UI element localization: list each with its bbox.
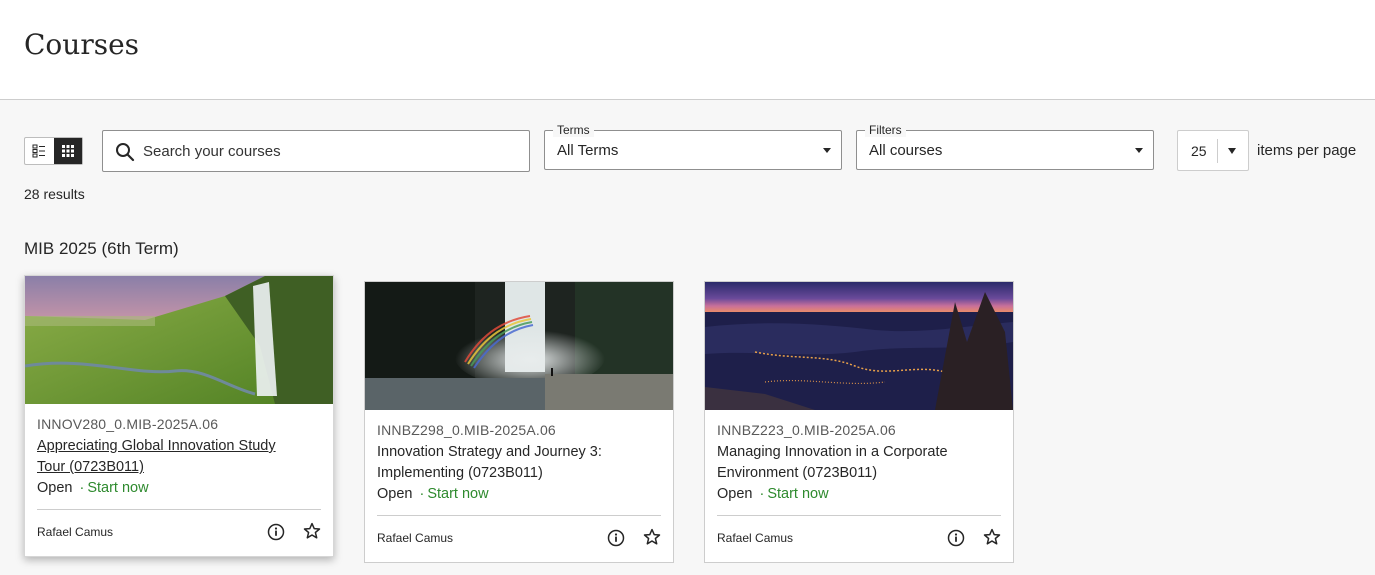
course-title-link[interactable]: Managing Innovation in a Corporate Envir… — [717, 442, 1001, 484]
terms-label: Terms — [553, 123, 594, 137]
course-card[interactable]: INNBZ223_0.MIB-2025A.06 Managing Innovat… — [704, 281, 1014, 563]
course-title-line2: Implementing (0723B011) — [377, 465, 543, 481]
course-id: INNOV280_0.MIB-2025A.06 — [37, 416, 219, 432]
course-title-line1: Managing Innovation in a Corporate — [717, 444, 948, 460]
term-heading: MIB 2025 (6th Term) — [24, 239, 179, 258]
course-title-line1: Appreciating Global Innovation Study — [37, 438, 276, 454]
start-now-link[interactable]: Start now — [427, 486, 488, 502]
filters-label: Filters — [865, 123, 906, 137]
star-icon[interactable] — [643, 528, 661, 546]
course-title-line1: Innovation Strategy and Journey 3: — [377, 444, 602, 460]
course-id: INNBZ298_0.MIB-2025A.06 — [377, 422, 556, 438]
card-footer: Rafael Camus — [37, 510, 321, 556]
items-per-page-label: items per page — [1257, 142, 1357, 159]
info-icon[interactable] — [947, 529, 965, 547]
search-box — [102, 130, 530, 172]
items-per-page-value: 25 — [1191, 143, 1207, 159]
course-status: Open · Start now — [717, 484, 1001, 504]
terms-value: All Terms — [557, 142, 619, 159]
separator-dot: · — [419, 486, 425, 502]
caret-down-icon — [823, 148, 831, 153]
start-now-link[interactable]: Start now — [767, 486, 828, 502]
course-title-link[interactable]: Innovation Strategy and Journey 3: Imple… — [377, 442, 661, 484]
page-title: Courses — [24, 28, 140, 61]
separator-dot: · — [759, 486, 765, 502]
terms-select[interactable]: Terms All Terms — [544, 123, 842, 170]
card-footer: Rafael Camus — [377, 516, 661, 562]
instructor-name: Rafael Camus — [377, 531, 454, 545]
course-status: Open · Start now — [377, 484, 661, 504]
status-open: Open — [717, 486, 753, 502]
card-footer: Rafael Camus — [717, 516, 1001, 562]
view-toggle — [24, 137, 83, 165]
course-title-line2: Environment (0723B011) — [717, 465, 878, 481]
status-open: Open — [37, 480, 73, 496]
instructor-name: Rafael Camus — [37, 525, 114, 539]
info-icon[interactable] — [607, 529, 625, 547]
course-image-night-lake[interactable] — [705, 282, 1013, 410]
filters-value: All courses — [869, 142, 943, 159]
course-title-line2: Tour (0723B011) — [37, 459, 144, 475]
filters-select[interactable]: Filters All courses — [856, 123, 1154, 170]
star-icon[interactable] — [303, 522, 321, 540]
list-view-button[interactable] — [25, 138, 54, 164]
course-title-link[interactable]: Appreciating Global Innovation Study Tou… — [37, 436, 321, 478]
card-body: INNOV280_0.MIB-2025A.06 Appreciating Glo… — [25, 404, 333, 556]
course-image-waterfall-rainbow[interactable] — [365, 282, 673, 410]
list-view-icon — [32, 144, 46, 158]
results-count: 28 results — [24, 186, 85, 202]
search-input[interactable] — [143, 131, 523, 171]
caret-down-icon — [1135, 148, 1143, 153]
card-body: INNBZ298_0.MIB-2025A.06 Innovation Strat… — [365, 410, 673, 562]
course-card[interactable]: INNBZ298_0.MIB-2025A.06 Innovation Strat… — [364, 281, 674, 563]
course-id: INNBZ223_0.MIB-2025A.06 — [717, 422, 896, 438]
status-open: Open — [377, 486, 413, 502]
info-icon[interactable] — [267, 523, 285, 541]
items-per-page-select[interactable]: 25 — [1177, 130, 1249, 171]
separator-dot: · — [79, 480, 85, 496]
course-card[interactable]: INNOV280_0.MIB-2025A.06 Appreciating Glo… — [24, 275, 334, 557]
search-icon — [116, 143, 135, 162]
grid-view-icon — [61, 145, 74, 157]
star-icon[interactable] — [983, 528, 1001, 546]
page-header: Courses — [0, 0, 1375, 100]
caret-down-icon — [1228, 148, 1236, 154]
divider — [1217, 139, 1218, 163]
instructor-name: Rafael Camus — [717, 531, 794, 545]
course-image-waterfall-valley[interactable] — [25, 276, 333, 404]
card-body: INNBZ223_0.MIB-2025A.06 Managing Innovat… — [705, 410, 1013, 562]
start-now-link[interactable]: Start now — [87, 480, 148, 496]
course-status: Open · Start now — [37, 478, 321, 498]
grid-view-button[interactable] — [53, 138, 82, 164]
